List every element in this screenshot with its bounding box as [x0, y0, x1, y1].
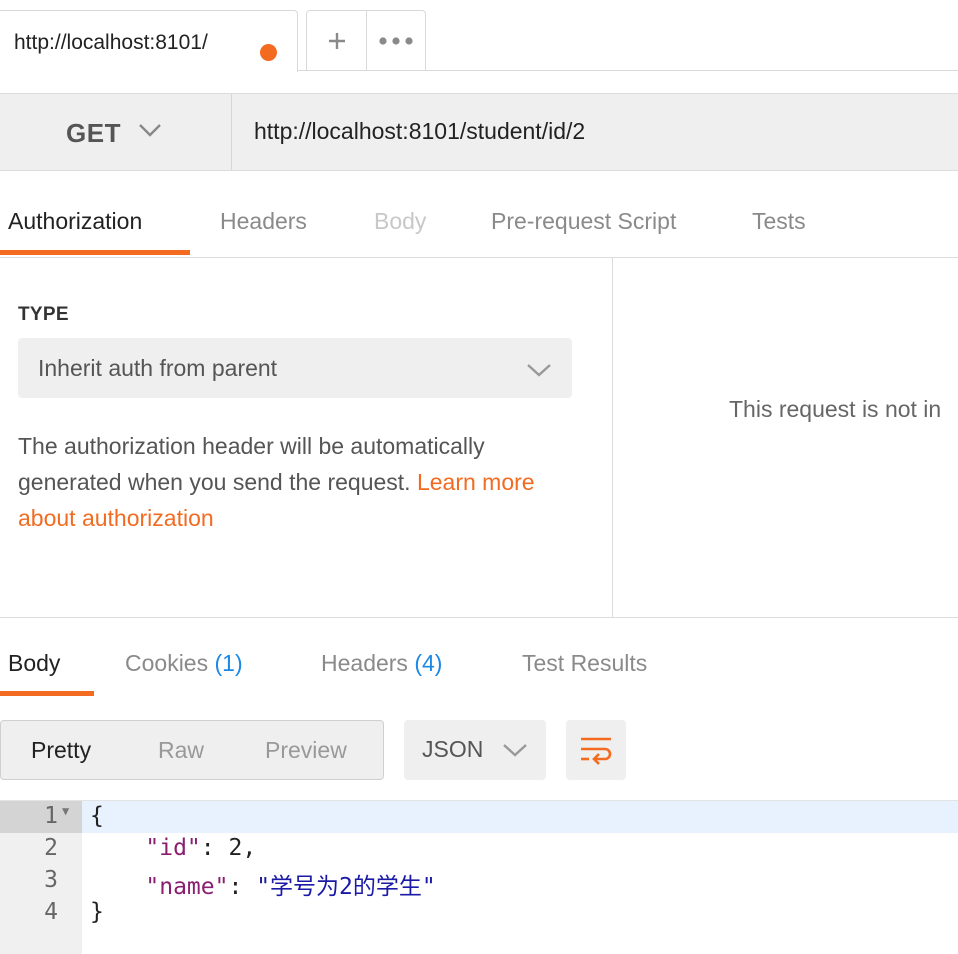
type-label: TYPE [18, 304, 69, 325]
json-entry: "name": "学号为2的学生" [90, 867, 435, 901]
format-select[interactable]: JSON [404, 720, 546, 780]
auth-description-text: The authorization header will be automat… [18, 433, 485, 495]
auth-description: The authorization header will be automat… [18, 428, 578, 536]
json-number: 2 [228, 835, 243, 861]
json-separator: : [200, 835, 229, 861]
line-number: 1 [44, 803, 58, 829]
new-tab-button[interactable] [307, 11, 367, 71]
format-value: JSON [422, 736, 484, 762]
more-icon [379, 37, 413, 45]
chevron-down-icon [139, 124, 161, 137]
wrap-lines-icon [581, 737, 612, 765]
response-tab-cookies[interactable]: Cookies (1) [125, 650, 243, 677]
unsaved-dot-icon [260, 44, 277, 61]
method-select[interactable]: GET [0, 94, 232, 170]
view-pretty-button[interactable]: Pretty [31, 737, 91, 764]
code-line: 2 "id": 2, [0, 833, 958, 865]
json-brace: { [90, 803, 104, 829]
tab-body[interactable]: Body [374, 208, 426, 235]
tab-headers[interactable]: Headers [220, 208, 307, 235]
auth-type-value: Inherit auth from parent [38, 355, 278, 381]
code-line: 4 } [0, 897, 958, 929]
cookies-count: (1) [214, 650, 243, 676]
line-number: 4 [44, 899, 58, 925]
wrap-lines-button[interactable] [566, 720, 626, 780]
chevron-down-icon [503, 744, 527, 757]
fold-toggle-icon[interactable]: ▼ [62, 804, 69, 818]
more-tabs-button[interactable] [367, 11, 425, 71]
method-value: GET [66, 118, 121, 148]
response-tab-indicator [0, 691, 94, 696]
request-tab[interactable]: http://localhost:8101/ [0, 10, 298, 72]
cookies-label: Cookies [125, 650, 209, 676]
json-key: "id" [145, 835, 201, 861]
request-tabs: Authorization Headers Body Pre-request S… [0, 172, 958, 258]
request-line: GET http://localhost:8101/student/id/2 [0, 93, 958, 171]
url-input[interactable]: http://localhost:8101/student/id/2 [254, 118, 585, 145]
auth-side-message: This request is not in [729, 396, 942, 422]
response-tab-body[interactable]: Body [8, 650, 60, 677]
tab-bar: http://localhost:8101/ [0, 0, 958, 72]
json-comma: , [242, 835, 257, 861]
section-divider [0, 617, 958, 618]
code-line: 1 ▼ { [0, 801, 958, 833]
authorization-panel: TYPE Inherit auth from parent The author… [0, 258, 613, 618]
code-line: 3 "name": "学号为2的学生" [0, 865, 958, 900]
chevron-down-icon [527, 364, 551, 377]
json-entry: "id": 2, [90, 835, 256, 861]
view-mode-group: Pretty Raw Preview [0, 720, 384, 780]
line-number: 3 [44, 867, 58, 893]
response-body-viewer[interactable]: 1 ▼ { 2 "id": 2, 3 "name": "学号为2的学生" 4 } [0, 800, 958, 954]
json-brace: } [90, 899, 104, 925]
line-number: 2 [44, 835, 58, 861]
headers-label: Headers [321, 650, 408, 676]
view-preview-button[interactable]: Preview [265, 737, 347, 764]
tab-tests[interactable]: Tests [752, 208, 806, 235]
tab-actions [306, 10, 426, 71]
auth-type-select[interactable]: Inherit auth from parent [18, 338, 572, 398]
response-tab-test-results[interactable]: Test Results [522, 650, 647, 677]
response-tab-headers[interactable]: Headers (4) [321, 650, 442, 677]
tab-authorization[interactable]: Authorization [8, 208, 142, 235]
view-raw-button[interactable]: Raw [158, 737, 204, 764]
active-tab-indicator [0, 250, 190, 255]
headers-count: (4) [414, 650, 443, 676]
tab-pre-request-script[interactable]: Pre-request Script [491, 208, 676, 235]
request-tab-label: http://localhost:8101/ [14, 31, 208, 54]
plus-icon [328, 33, 345, 49]
